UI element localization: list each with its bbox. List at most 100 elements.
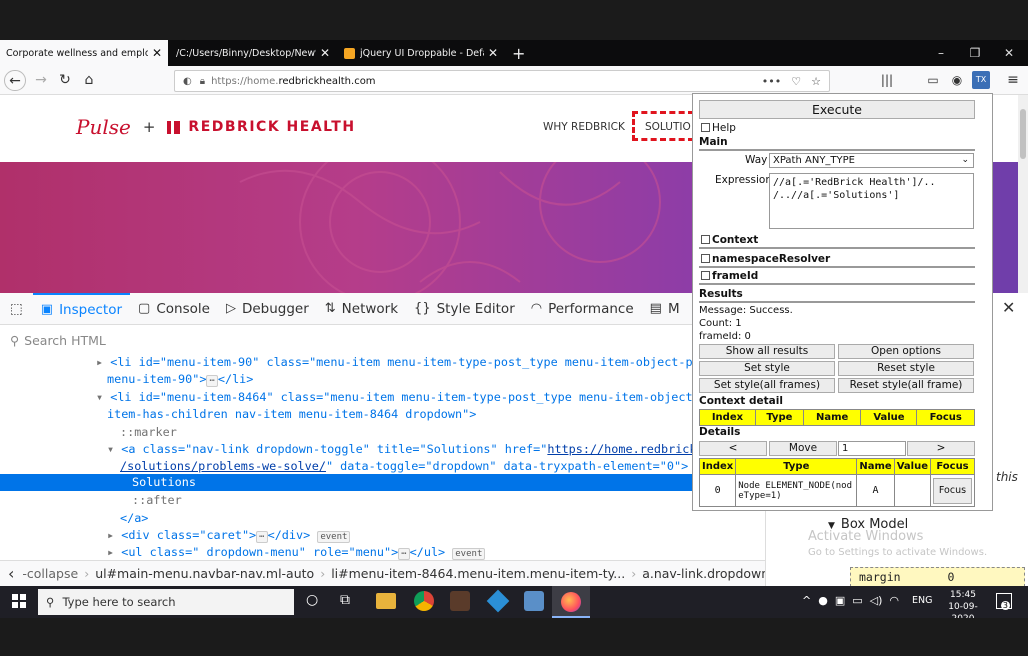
microphone-icon[interactable]: ● <box>818 594 828 607</box>
scrollbar-thumb[interactable] <box>1020 109 1026 159</box>
reload-button[interactable]: ↻ <box>54 70 76 91</box>
tab-style-editor[interactable]: {} Style Editor <box>406 293 523 325</box>
markup-line-selected[interactable]: Solutions <box>0 474 755 491</box>
windows-start-icon[interactable] <box>12 594 26 608</box>
expression-textarea[interactable]: //a[.='RedBrick Health']/.. /..//a[.='So… <box>769 173 974 229</box>
collapsed-badge[interactable]: ⋯ <box>398 548 410 560</box>
back-button[interactable]: ← <box>4 70 26 91</box>
file-explorer-icon[interactable] <box>376 593 396 609</box>
set-style-button[interactable]: Set style <box>699 361 835 376</box>
markup-line[interactable]: </a> <box>0 510 755 527</box>
close-icon[interactable]: ✕ <box>152 46 162 60</box>
markup-line[interactable]: ▾ <a class="nav-link dropdown-toggle" ti… <box>0 441 755 458</box>
show-all-results-button[interactable]: Show all results <box>699 344 835 359</box>
element-picker-button[interactable]: ⬚ <box>0 293 33 325</box>
chevron-up-icon[interactable]: ^ <box>802 594 811 607</box>
breadcrumb-item[interactable]: li#menu-item-8464.menu-item.menu-item-ty… <box>331 566 625 581</box>
next-button[interactable]: > <box>907 441 975 456</box>
previous-button[interactable]: < <box>699 441 767 456</box>
markup-line[interactable]: ▸ <li id="menu-item-90" class="menu-item… <box>0 354 755 371</box>
markup-line[interactable]: /solutions/problems-we-solve/" data-togg… <box>0 458 755 475</box>
nav-why-redbrick[interactable]: WHY REDBRICK <box>543 121 625 133</box>
account-icon[interactable]: ◉ <box>946 70 968 91</box>
search-html-field[interactable]: ⚲ Search HTML <box>0 328 760 352</box>
markup-line[interactable]: item-has-children nav-item menu-item-846… <box>0 406 755 423</box>
tab-jquery-droppable[interactable]: jQuery UI Droppable - Default F ✕ <box>338 40 504 66</box>
app-icon[interactable] <box>524 591 544 611</box>
bookmark-star-icon[interactable]: ☆ <box>811 75 821 88</box>
context-toggle[interactable]: Context <box>701 234 758 246</box>
reset-style-all-frames-button[interactable]: Reset style(all frame) <box>838 378 974 393</box>
help-toggle[interactable]: Help <box>701 122 736 134</box>
help-checkbox[interactable] <box>701 123 710 132</box>
markup-line[interactable]: ::after <box>0 492 755 509</box>
home-button[interactable]: ⌂ <box>78 70 100 91</box>
notifications-icon[interactable]: 3 <box>996 593 1012 610</box>
event-badge[interactable]: event <box>452 548 486 560</box>
namespace-resolver-checkbox[interactable] <box>701 254 710 263</box>
markup-line[interactable]: ▸ <ul class=" dropdown-menu" role="menu"… <box>0 544 755 560</box>
new-tab-button[interactable]: + <box>506 40 532 66</box>
url-bar[interactable]: ◐ 🔒︎ https://home. redbrickhealth.com •••… <box>174 70 830 92</box>
set-style-all-frames-button[interactable]: Set style(all frames) <box>699 378 835 393</box>
tab-console[interactable]: ▢ Console <box>130 293 218 325</box>
event-badge[interactable]: event <box>317 531 351 543</box>
menu-icon[interactable]: ≡ <box>1002 70 1024 91</box>
frameid-checkbox[interactable] <box>701 271 710 280</box>
move-index-input[interactable]: 1 <box>838 441 906 456</box>
minimize-button[interactable]: – <box>924 40 958 66</box>
tab-debugger[interactable]: ▷ Debugger <box>218 293 317 325</box>
language-indicator[interactable]: ENG <box>912 595 932 606</box>
breadcrumb-item[interactable]: ul#main-menu.navbar-nav.ml-auto <box>95 566 314 581</box>
wifi-icon[interactable]: ◠ <box>889 594 899 607</box>
margin-box[interactable]: margin 0 <box>850 567 1025 587</box>
more-actions-icon[interactable]: ••• <box>762 75 781 88</box>
move-button[interactable]: Move <box>769 441 837 456</box>
focus-button[interactable]: Focus <box>933 477 972 504</box>
href-link[interactable]: /solutions/problems-we-solve/ <box>120 459 326 473</box>
firefox-taskbar-button[interactable] <box>552 586 590 618</box>
markup-line[interactable]: menu-item-90"> ⋯ </li> <box>0 371 755 388</box>
markup-line[interactable]: ::marker <box>0 424 755 441</box>
frameid-toggle[interactable]: frameId <box>701 270 758 282</box>
tab-memory[interactable]: ▤ M <box>642 293 688 325</box>
tab-corporate-wellness[interactable]: Corporate wellness and employee e ✕ <box>0 40 168 66</box>
namespace-resolver-toggle[interactable]: namespaceResolver <box>701 253 830 265</box>
battery-icon[interactable]: ▭ <box>852 594 862 607</box>
tab-network[interactable]: ⇅ Network <box>317 293 406 325</box>
collapsed-badge[interactable]: ⋯ <box>256 531 268 543</box>
window-close-button[interactable]: ✕ <box>992 40 1026 66</box>
context-checkbox[interactable] <box>701 235 710 244</box>
breadcrumb-item[interactable]: a.nav-link.dropdown-toggle <box>642 566 765 581</box>
tab-performance[interactable]: ◠ Performance <box>523 293 642 325</box>
taskbar-search-box[interactable]: ⚲ Type here to search <box>38 589 294 615</box>
library-icon[interactable]: ||| <box>876 70 898 91</box>
forward-button[interactable]: → <box>30 70 52 91</box>
site-logo[interactable]: Pulse + REDBRICK HEALTH <box>76 115 356 139</box>
close-icon[interactable]: ✕ <box>320 46 330 60</box>
collapsed-badge[interactable]: ⋯ <box>206 375 218 387</box>
pocket-icon[interactable]: ♡ <box>791 75 801 88</box>
chevron-left-icon[interactable]: ‹ <box>0 564 22 583</box>
cortana-icon[interactable]: ○ <box>306 592 318 608</box>
volume-icon[interactable]: ◁) <box>870 594 883 607</box>
chrome-icon[interactable] <box>414 591 434 611</box>
tryxpath-extension-icon[interactable]: TX <box>972 71 990 89</box>
app-icon[interactable] <box>450 591 470 611</box>
app-icon[interactable] <box>486 589 510 613</box>
page-scrollbar[interactable] <box>1018 95 1028 293</box>
markup-line[interactable]: ▸ <div class="caret"> ⋯ </div> event <box>0 527 755 544</box>
execute-button[interactable]: Execute <box>699 100 975 119</box>
reset-style-button[interactable]: Reset style <box>838 361 974 376</box>
markup-line[interactable]: ▾ <li id="menu-item-8464" class="menu-it… <box>0 389 755 406</box>
tab-local-file[interactable]: /C:/Users/Binny/Desktop/New%20 ✕ <box>170 40 336 66</box>
way-select[interactable]: XPath ANY_TYPE ⌄ <box>769 153 974 168</box>
open-options-button[interactable]: Open options <box>838 344 974 359</box>
devtools-close-icon[interactable]: ✕ <box>1002 298 1015 317</box>
nav-solutions-highlighted[interactable]: SOLUTIO <box>632 111 694 141</box>
network-icon[interactable]: ▣ <box>835 594 845 607</box>
task-view-icon[interactable]: ⧉ <box>340 592 350 608</box>
restore-button[interactable]: ❐ <box>958 40 992 66</box>
sidebar-icon[interactable]: ▭ <box>922 70 944 91</box>
tab-inspector[interactable]: ▣ Inspector <box>32 292 131 325</box>
